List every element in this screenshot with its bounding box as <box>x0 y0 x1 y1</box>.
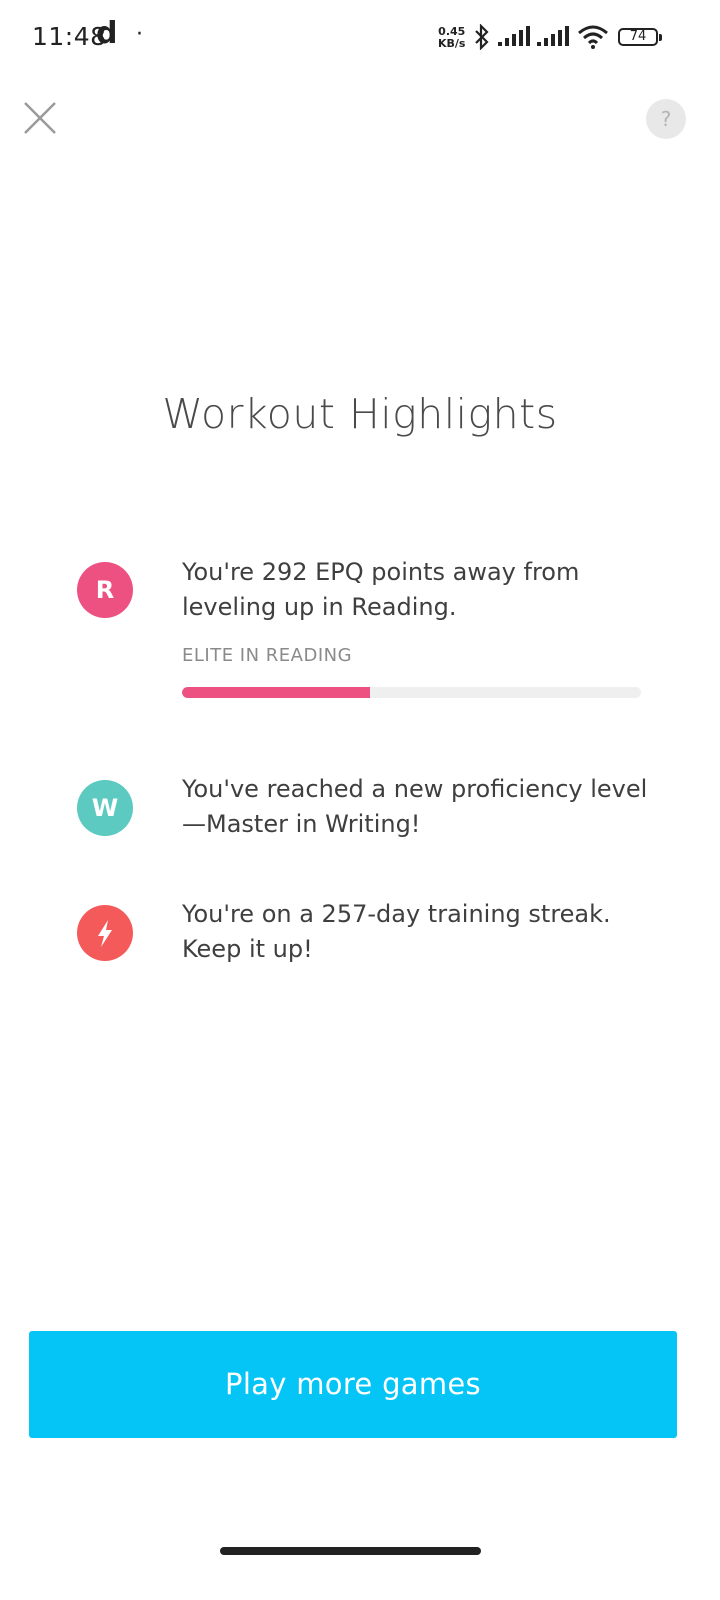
close-icon <box>24 102 56 134</box>
home-indicator[interactable] <box>220 1547 481 1555</box>
app-notification-icon: d <box>96 16 118 51</box>
battery-icon: 74 <box>618 28 662 46</box>
bluetooth-icon <box>475 24 489 50</box>
writing-badge-icon: W <box>77 780 133 836</box>
help-button[interactable]: ? <box>646 99 686 139</box>
writing-highlight-text: You've reached a new proficiency level —… <box>182 775 648 838</box>
reading-badge-icon: R <box>77 562 133 618</box>
close-button[interactable] <box>20 98 60 138</box>
reading-level-label: ELITE IN READING <box>182 645 353 666</box>
signal-icon <box>537 26 569 46</box>
wifi-icon <box>578 25 608 49</box>
play-more-games-button[interactable]: Play more games <box>29 1331 677 1438</box>
streak-badge <box>77 905 133 961</box>
status-bar: 11:48 d · 0.45 KB/s 74 <box>0 0 720 78</box>
lightning-bolt-icon <box>98 920 112 947</box>
page-title: Workout Highlights <box>162 390 558 438</box>
reading-progress-bar <box>182 687 641 698</box>
notification-dot: · <box>136 22 143 47</box>
streak-highlight-text: You're on a 257-day training streak. Kee… <box>182 900 611 963</box>
reading-highlight-text: You're 292 EPQ points away from leveling… <box>182 558 580 621</box>
signal-icon <box>498 26 530 46</box>
network-speed-unit: KB/s <box>438 37 466 50</box>
reading-progress-fill <box>182 687 371 698</box>
network-speed: 0.45 KB/s <box>438 26 465 50</box>
help-icon: ? <box>660 107 672 131</box>
